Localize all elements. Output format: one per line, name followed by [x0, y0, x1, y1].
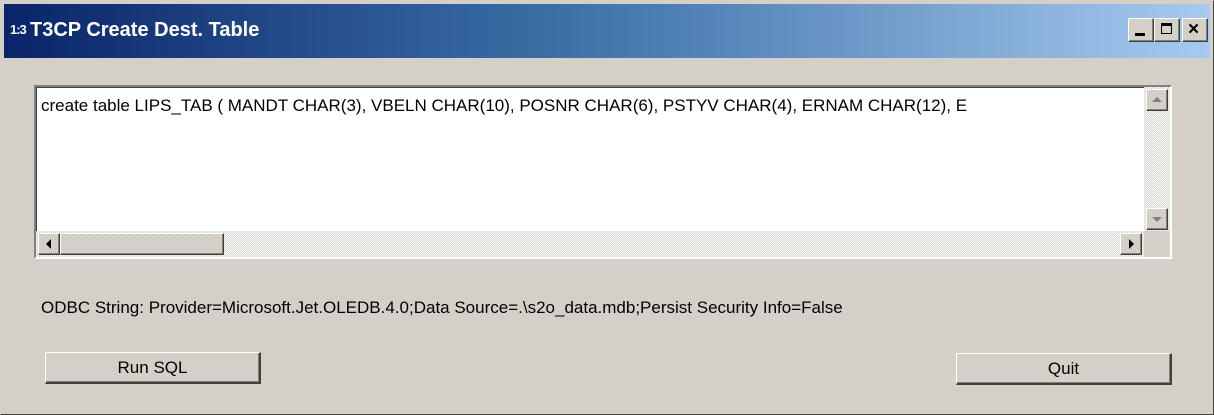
- main-window: 1:3 T3CP Create Dest. Table × create tab…: [0, 0, 1214, 415]
- maximize-icon: [1161, 23, 1172, 34]
- sql-text: create table LIPS_TAB ( MANDT CHAR(3), V…: [41, 96, 968, 115]
- window-title: T3CP Create Dest. Table: [30, 19, 260, 41]
- arrow-right-icon: [1129, 239, 1134, 249]
- minimize-icon: [1135, 33, 1145, 36]
- horizontal-scrollbar[interactable]: [36, 231, 1144, 257]
- minimize-button[interactable]: [1128, 18, 1154, 42]
- close-icon: ×: [1188, 19, 1200, 40]
- arrow-left-icon: [46, 239, 51, 249]
- horizontal-scroll-thumb[interactable]: [60, 233, 224, 255]
- quit-button[interactable]: Quit: [956, 353, 1172, 385]
- scroll-down-button[interactable]: [1146, 208, 1168, 230]
- scroll-up-button[interactable]: [1146, 89, 1168, 111]
- app-icon: 1:3: [10, 22, 27, 37]
- odbc-string-label: ODBC String: Provider=Microsoft.Jet.OLED…: [41, 298, 843, 317]
- arrow-down-icon: [1152, 217, 1162, 222]
- scrollbar-corner: [1144, 231, 1170, 257]
- title-bar[interactable]: 1:3 T3CP Create Dest. Table ×: [4, 4, 1210, 58]
- close-button[interactable]: ×: [1182, 18, 1208, 42]
- maximize-button[interactable]: [1154, 18, 1180, 42]
- sql-textarea[interactable]: create table LIPS_TAB ( MANDT CHAR(3), V…: [34, 85, 1172, 259]
- scroll-left-button[interactable]: [38, 233, 60, 255]
- arrow-up-icon: [1152, 97, 1162, 102]
- scroll-right-button[interactable]: [1120, 233, 1142, 255]
- vertical-scrollbar[interactable]: [1144, 87, 1170, 232]
- run-sql-button[interactable]: Run SQL: [45, 352, 261, 384]
